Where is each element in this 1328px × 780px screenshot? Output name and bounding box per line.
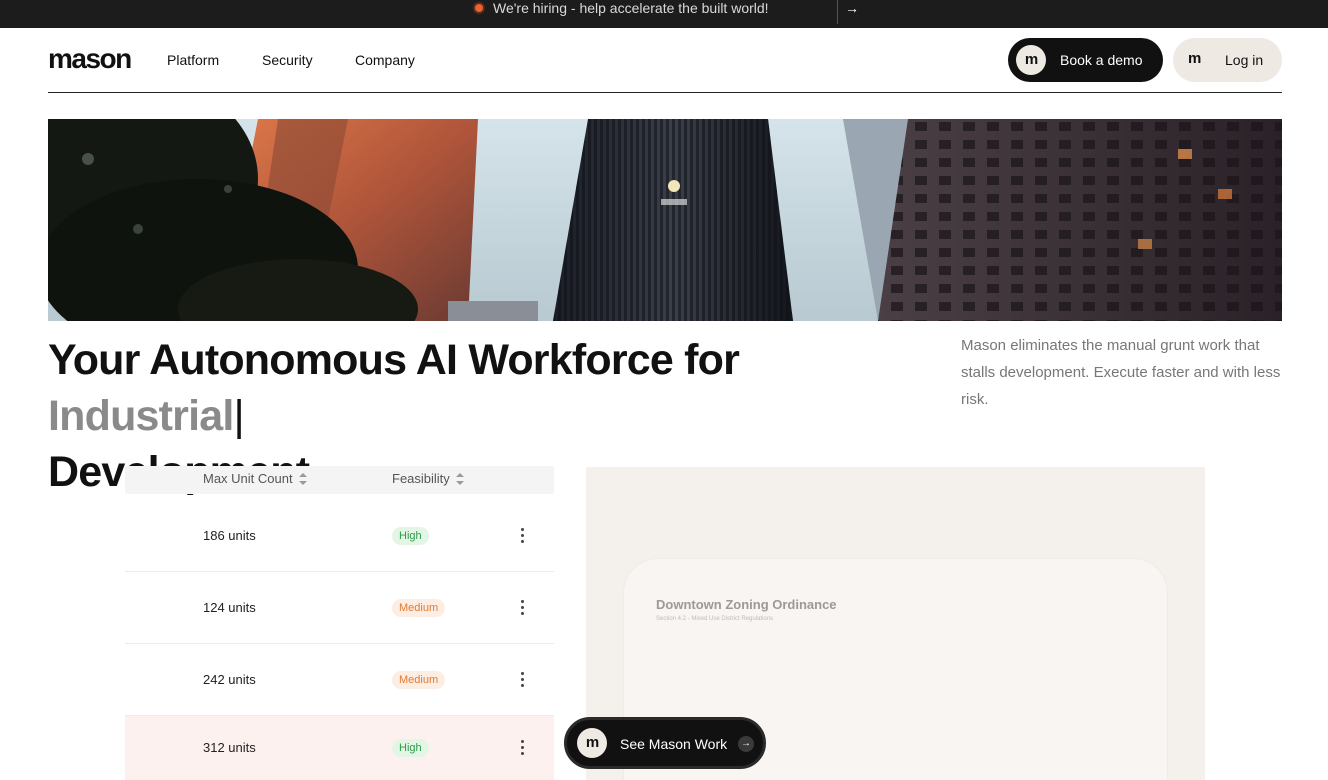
status-dot-icon bbox=[475, 4, 483, 12]
arrow-right-icon[interactable]: → bbox=[845, 0, 859, 17]
nav-link-company[interactable]: Company bbox=[355, 52, 415, 68]
more-options-icon[interactable] bbox=[518, 598, 528, 618]
unit-count: 242 units bbox=[203, 672, 256, 687]
feasibility-badge: Medium bbox=[392, 599, 446, 617]
feasibility-badge: High bbox=[392, 739, 429, 757]
mason-mark-icon: m bbox=[1188, 50, 1201, 67]
announcement-divider bbox=[837, 0, 838, 24]
headline-prefix: Your Autonomous AI Workforce for bbox=[48, 336, 740, 384]
mason-mark-icon: m bbox=[1016, 45, 1046, 75]
see-mason-work-label: See Mason Work bbox=[620, 736, 728, 752]
more-options-icon[interactable] bbox=[518, 670, 528, 690]
document-subtitle: Section 4.2 - Mixed Use District Regulat… bbox=[656, 616, 774, 622]
table-header: Max Unit Count Feasibility bbox=[125, 466, 554, 494]
book-demo-button[interactable]: m Book a demo bbox=[1008, 38, 1163, 82]
document-title: Downtown Zoning Ordinance bbox=[656, 597, 837, 612]
unit-count: 186 units bbox=[203, 528, 256, 543]
unit-count: 312 units bbox=[203, 740, 256, 755]
log-in-button[interactable]: m Log in bbox=[1173, 38, 1282, 82]
nav-link-security[interactable]: Security bbox=[262, 52, 313, 68]
feasibility-badge: Medium bbox=[392, 671, 446, 689]
arrow-right-icon: → bbox=[738, 736, 754, 752]
table-row[interactable]: 124 units Medium bbox=[125, 572, 554, 644]
column-header-max-unit-count[interactable]: Max Unit Count bbox=[203, 471, 307, 487]
hero-image bbox=[48, 119, 1282, 321]
see-mason-work-button[interactable]: m See Mason Work → bbox=[564, 717, 766, 769]
more-options-icon[interactable] bbox=[518, 526, 528, 546]
feasibility-badge: High bbox=[392, 527, 429, 545]
table-row[interactable]: 186 units High bbox=[125, 500, 554, 572]
nav-link-platform[interactable]: Platform bbox=[167, 52, 219, 68]
book-demo-label: Book a demo bbox=[1060, 52, 1143, 68]
unit-count: 124 units bbox=[203, 600, 256, 615]
brand-logo[interactable]: mason bbox=[48, 45, 132, 73]
typing-caret: | bbox=[233, 392, 245, 440]
nav-divider bbox=[48, 92, 1282, 93]
sort-icon[interactable] bbox=[455, 473, 464, 485]
announcement-text[interactable]: We're hiring - help accelerate the built… bbox=[493, 0, 769, 17]
sort-icon[interactable] bbox=[298, 473, 307, 485]
headline-accent-word: Industrial bbox=[48, 392, 234, 440]
table-row[interactable]: 312 units High bbox=[125, 716, 554, 780]
announcement-bar[interactable]: We're hiring - help accelerate the built… bbox=[0, 0, 1328, 28]
log-in-label: Log in bbox=[1225, 52, 1264, 68]
mason-mark-icon: m bbox=[577, 728, 607, 758]
column-header-feasibility[interactable]: Feasibility bbox=[392, 471, 464, 487]
more-options-icon[interactable] bbox=[518, 738, 528, 758]
table-row[interactable]: 242 units Medium bbox=[125, 644, 554, 716]
hero-subcopy: Mason eliminates the manual grunt work t… bbox=[961, 337, 1281, 408]
